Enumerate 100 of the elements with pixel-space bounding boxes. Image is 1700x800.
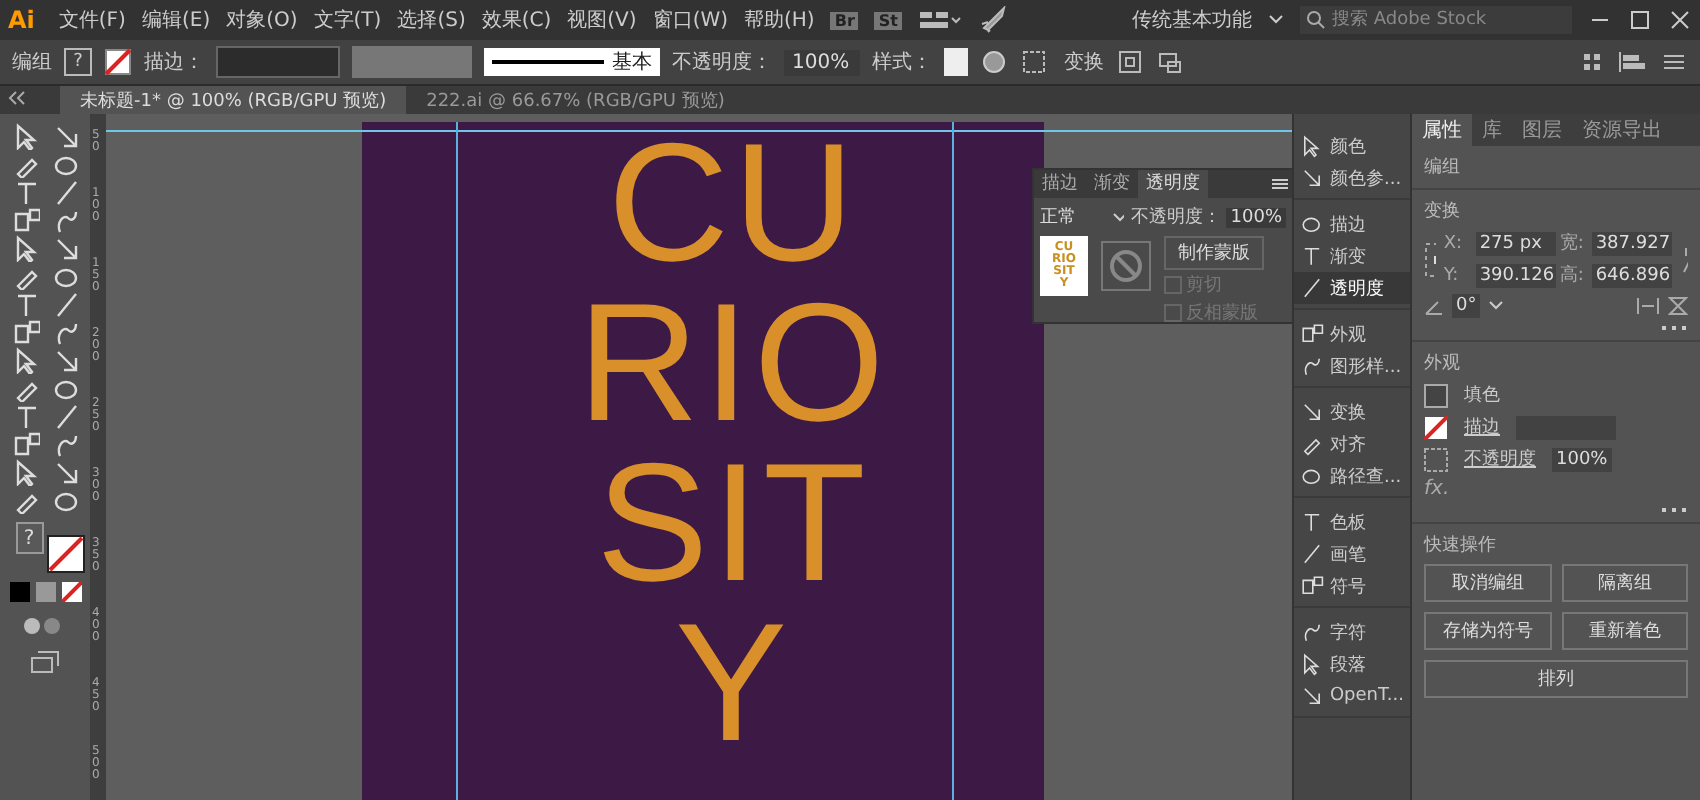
- menu-item[interactable]: 编辑(E): [141, 6, 211, 34]
- transform-field[interactable]: 646.896: [1591, 263, 1672, 287]
- menu-item[interactable]: 帮助(H): [744, 6, 815, 34]
- menu-item[interactable]: 文件(F): [58, 6, 126, 34]
- panel-dock-item[interactable]: 画笔: [1294, 538, 1410, 570]
- opacity-icon[interactable]: [1424, 447, 1448, 471]
- fill-icon[interactable]: [1424, 383, 1448, 407]
- panel-dock-item[interactable]: 字符: [1294, 616, 1410, 648]
- line-icon[interactable]: [51, 178, 79, 206]
- stroke-weight-field[interactable]: [216, 46, 340, 78]
- panel-dock-item[interactable]: 变换: [1294, 396, 1410, 428]
- blend-mode-dropdown[interactable]: 正常: [1040, 204, 1107, 230]
- stroke-link[interactable]: 描边: [1464, 414, 1500, 440]
- opacity-field[interactable]: 100%: [1552, 447, 1612, 471]
- opacity-field[interactable]: 100%: [784, 49, 860, 75]
- cursor-icon[interactable]: [11, 234, 39, 262]
- caret-icon[interactable]: [1488, 300, 1505, 312]
- more-options-icon[interactable]: [1660, 324, 1688, 332]
- menu-item[interactable]: 窗口(W): [652, 6, 729, 34]
- panel-dock-item[interactable]: 渐变: [1294, 240, 1410, 272]
- artwork-text[interactable]: RIO: [577, 282, 889, 442]
- quick-action-button[interactable]: 排列: [1424, 660, 1688, 698]
- quick-action-button[interactable]: 存储为符号: [1424, 612, 1551, 650]
- align-left-icon[interactable]: [1616, 50, 1648, 74]
- variable-width-field[interactable]: [352, 46, 472, 78]
- panel-menu-icon[interactable]: [1268, 174, 1292, 194]
- none-mode-icon[interactable]: [61, 582, 81, 602]
- rotate-field[interactable]: 0°: [1452, 294, 1481, 318]
- brush-profile-dropdown[interactable]: 基本: [484, 48, 660, 76]
- app-logo[interactable]: Ai: [8, 6, 35, 34]
- line-icon[interactable]: [51, 402, 79, 430]
- more-options-icon[interactable]: [1660, 506, 1688, 514]
- cursor-icon[interactable]: [11, 346, 39, 374]
- recolor-icon[interactable]: [980, 48, 1008, 76]
- panel-tab[interactable]: 渐变: [1086, 170, 1138, 198]
- panel-dock-item[interactable]: 对齐: [1294, 428, 1410, 460]
- stroke-color-swatch[interactable]: [45, 534, 85, 574]
- flip-vertical-icon[interactable]: [1668, 296, 1688, 316]
- cursor-icon[interactable]: [11, 458, 39, 486]
- caret-icon[interactable]: [1112, 211, 1125, 223]
- document-tab[interactable]: 222.ai @ 66.67% (RGB/GPU 预览): [406, 86, 745, 114]
- artwork-text[interactable]: Y: [674, 602, 792, 762]
- rocket-icon[interactable]: [977, 6, 1006, 34]
- workspace-switcher[interactable]: 传统基本功能: [1132, 6, 1252, 34]
- isolate-icon[interactable]: [1116, 48, 1144, 76]
- menu-item[interactable]: 效果(C): [481, 6, 552, 34]
- squares-icon[interactable]: [11, 318, 39, 346]
- fill-swatch[interactable]: ?: [64, 48, 92, 76]
- close-icon[interactable]: [1668, 8, 1692, 32]
- color-mode-icon[interactable]: [9, 582, 29, 602]
- bridge-button[interactable]: Br: [830, 11, 859, 29]
- panel-dock-item[interactable]: 透明度: [1294, 272, 1410, 304]
- panel-dock-item[interactable]: 颜色: [1294, 130, 1410, 162]
- panel-tab[interactable]: 图层: [1512, 114, 1572, 146]
- caret-icon[interactable]: [1268, 14, 1284, 26]
- stock-button[interactable]: St: [874, 11, 902, 29]
- panel-menu-icon[interactable]: [1660, 50, 1688, 74]
- panel-tab[interactable]: 库: [1472, 114, 1512, 146]
- selection-box[interactable]: [456, 122, 954, 800]
- layout-icon[interactable]: [917, 8, 962, 32]
- arrow-icon[interactable]: [51, 458, 79, 486]
- opacity-field[interactable]: 100%: [1226, 207, 1286, 227]
- line-icon[interactable]: [51, 290, 79, 318]
- transform-field[interactable]: 390.126: [1475, 263, 1556, 287]
- menu-item[interactable]: 文字(T): [313, 6, 382, 34]
- quick-action-button[interactable]: 重新着色: [1561, 612, 1688, 650]
- arrow-icon[interactable]: [51, 122, 79, 150]
- artwork-text[interactable]: SIT: [596, 442, 870, 602]
- panel-tab[interactable]: 透明度: [1138, 170, 1208, 198]
- panel-dock-item[interactable]: 路径查...: [1294, 460, 1410, 492]
- opacity-link[interactable]: 不透明度: [1464, 446, 1536, 472]
- transform-field[interactable]: 275 px: [1475, 231, 1556, 255]
- maximize-icon[interactable]: [1628, 8, 1652, 32]
- panel-dock-item[interactable]: 色板: [1294, 506, 1410, 538]
- screen-mode-icon[interactable]: [29, 650, 61, 674]
- stroke-none-icon[interactable]: [1424, 415, 1448, 439]
- panel-dock-item[interactable]: 外观: [1294, 318, 1410, 350]
- arrow-icon[interactable]: [51, 234, 79, 262]
- panel-dock-item[interactable]: OpenT...: [1294, 680, 1410, 712]
- squares-icon[interactable]: [11, 206, 39, 234]
- transform-link[interactable]: 变换: [1064, 48, 1104, 76]
- quick-action-button[interactable]: 隔离组: [1561, 564, 1688, 602]
- panel-dock-item[interactable]: 图形样...: [1294, 350, 1410, 382]
- squares-icon[interactable]: [11, 430, 39, 458]
- panel-tab[interactable]: 资源导出: [1572, 114, 1672, 146]
- fill-color-swatch[interactable]: ?: [15, 522, 43, 554]
- grid-icon[interactable]: [1580, 50, 1604, 74]
- artwork-text[interactable]: CU: [607, 122, 859, 282]
- panel-dock-item[interactable]: 描边: [1294, 208, 1410, 240]
- arrow-icon[interactable]: [51, 346, 79, 374]
- panel-dock-item[interactable]: 符号: [1294, 570, 1410, 602]
- make-mask-button[interactable]: 制作蒙版: [1164, 236, 1264, 270]
- style-swatch[interactable]: [944, 48, 968, 76]
- menu-item[interactable]: 对象(O): [226, 6, 298, 34]
- menu-item[interactable]: 视图(V): [567, 6, 637, 34]
- document-tab[interactable]: 未标题-1* @ 100% (RGB/GPU 预览): [60, 86, 407, 114]
- stroke-swatch[interactable]: [104, 48, 132, 76]
- panel-dock-item[interactable]: 颜色参...: [1294, 162, 1410, 194]
- flip-horizontal-icon[interactable]: [1636, 296, 1660, 316]
- reference-point-icon[interactable]: [1424, 241, 1436, 277]
